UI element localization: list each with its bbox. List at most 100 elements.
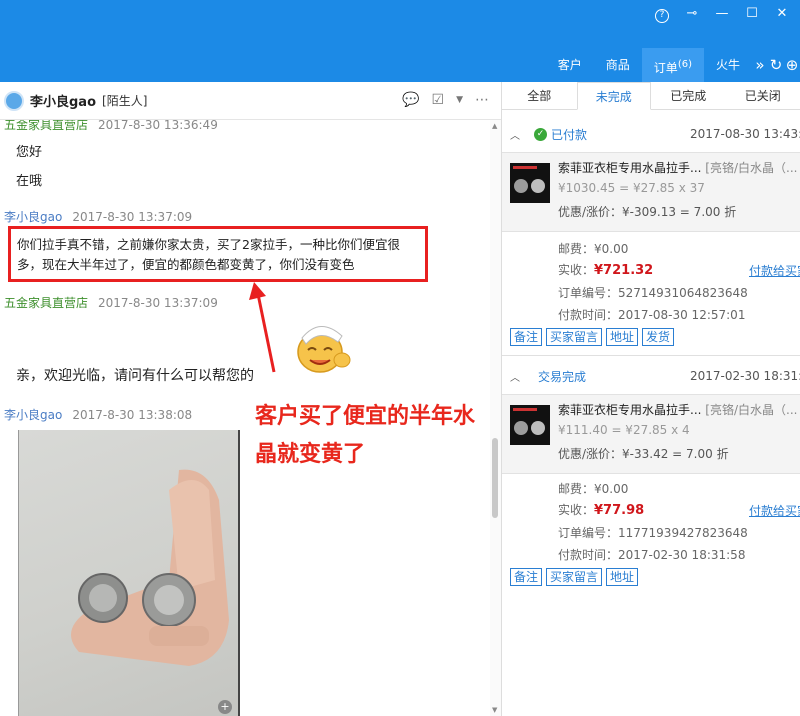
order-header[interactable]: ︿ ✓ 已付款 2017-08-30 13:43:1: [502, 116, 800, 152]
check-circle-icon: ✓: [534, 127, 547, 141]
refresh-icon[interactable]: ↻: [768, 48, 784, 82]
zoom-in-icon[interactable]: +: [218, 700, 232, 714]
plus-circle-icon[interactable]: ⊕: [784, 48, 800, 82]
chat-messages: 五金家具直营店 2017-8-30 13:36:49 您好 在哦 李小良gao 20…: [0, 120, 490, 716]
message-time: 2017-8-30 13:37:09: [98, 296, 218, 310]
order-received: 实收：¥721.32: [558, 261, 653, 278]
order-number: 订单编号：11771939427823648: [558, 526, 748, 540]
buyer-message-button[interactable]: 买家留言: [546, 568, 603, 586]
chevron-up-icon[interactable]: ︿: [510, 127, 524, 142]
order-pay-time: 付款时间：2017-08-30 12:57:01: [558, 308, 746, 322]
received-label: 实收：: [558, 503, 595, 517]
tab-customer[interactable]: 客户: [546, 48, 594, 82]
product-discount: 优惠/涨价：¥-33.42 = 7.00 折: [558, 447, 729, 461]
help-icon[interactable]: ?: [648, 4, 676, 24]
scroll-up-icon[interactable]: ▲: [492, 122, 497, 130]
address-button[interactable]: 地址: [606, 568, 639, 586]
more-icon[interactable]: ⋯: [475, 92, 489, 108]
close-icon[interactable]: ✕: [768, 4, 796, 24]
order-shipping: 邮费：¥0.00: [558, 242, 629, 256]
tab-products[interactable]: 商品: [594, 48, 642, 82]
order-time: 2017-08-30 13:43:1: [690, 127, 800, 141]
order-status: 已付款: [551, 127, 588, 142]
minimize-icon[interactable]: —: [708, 4, 736, 24]
order-divider: [502, 355, 800, 356]
pay-buyer-link[interactable]: 付款给买家: [749, 262, 800, 279]
scroll-thumb[interactable]: [492, 438, 498, 518]
remark-button[interactable]: 备注: [510, 328, 543, 346]
order-card: ︿ ✓ 已付款 2017-08-30 13:43:1 索菲亚衣柜专用水晶拉手..…: [502, 116, 800, 346]
tab-huoniu[interactable]: 火牛: [704, 48, 752, 82]
chat-bubble-icon[interactable]: 💬: [402, 92, 419, 108]
message-sender: 李小良gao 2017-8-30 13:38:08: [4, 406, 192, 423]
message-time: 2017-8-30 13:38:08: [72, 408, 193, 422]
highlighted-message: 你们拉手真不错，之前嫌你家太贵，买了2家拉手，一种比你们便宜很多，现在大半年过了…: [8, 226, 428, 282]
remark-button[interactable]: 备注: [510, 568, 543, 586]
received-label: 实收：: [558, 263, 595, 277]
order-shipping: 邮费：¥0.00: [558, 482, 629, 496]
buyer-message-button[interactable]: 买家留言: [546, 328, 603, 346]
arrow-icon: [249, 282, 276, 373]
product-price: ¥1030.45 = ¥27.85 x 37: [558, 181, 705, 195]
chat-header: 李小良gao [陌生人] 💬 ☑ ▼ ⋯: [0, 82, 501, 120]
message-text: 在哦: [16, 174, 43, 189]
window-controls: ? ⊸ — ☐ ✕: [648, 4, 796, 24]
sender-name[interactable]: 五金家具直营店: [4, 120, 88, 132]
top-bar: ? ⊸ — ☐ ✕ 客户 商品 订单(6) 火牛 » ↻ ⊕: [0, 0, 800, 82]
avatar[interactable]: [4, 90, 24, 111]
order-tab-complete[interactable]: 已完成: [651, 82, 726, 109]
order-item[interactable]: 索菲亚衣柜专用水晶拉手... [亮铬/白水晶（... ¥111.40 = ¥27…: [502, 394, 800, 474]
scroll-down-icon[interactable]: ▼: [492, 706, 497, 714]
message-text: 您好: [16, 145, 43, 160]
product-thumbnail[interactable]: [510, 405, 550, 445]
sender-name[interactable]: 李小良gao: [4, 210, 62, 224]
chat-header-icons: 💬 ☑ ▼ ⋯: [402, 92, 489, 108]
order-actions: 备注 买家留言 地址: [510, 568, 639, 586]
product-sku: [亮铬/白水晶（...: [705, 403, 798, 417]
product-title[interactable]: 索菲亚衣柜专用水晶拉手... [亮铬/白水晶（...: [558, 401, 797, 418]
pay-buyer-link[interactable]: 付款给买家: [749, 502, 800, 519]
emoji-icon: [297, 326, 351, 373]
product-discount: 优惠/涨价：¥-309.13 = 7.00 折: [558, 205, 737, 219]
product-thumbnail[interactable]: [510, 163, 550, 203]
pin-icon[interactable]: ⊸: [678, 4, 706, 24]
chat-panel: 李小良gao [陌生人] 💬 ☑ ▼ ⋯ 五金家具直营店 2017-8-30 13…: [0, 82, 501, 716]
sender-name[interactable]: 五金家具直营店: [4, 296, 88, 310]
annotation-text: 客户买了便宜的半年水晶就变黄了: [255, 398, 485, 474]
order-pay-time: 付款时间：2017-02-30 18:31:58: [558, 548, 746, 562]
chevron-down-icon[interactable]: ▼: [456, 92, 463, 108]
order-card: ︿ 交易完成 2017-02-30 18:31:4 索菲亚衣柜专用水晶拉手...…: [502, 358, 800, 586]
tab-orders-count: (6): [677, 59, 692, 70]
message-sender: 李小良gao 2017-8-30 13:37:09: [4, 208, 192, 225]
annotation-text-content: 客户买了便宜的半年水晶就变黄了: [255, 404, 476, 467]
order-tabs: 全部 未完成 已完成 已关闭: [502, 82, 800, 110]
edit-icon[interactable]: ☑: [432, 92, 445, 108]
address-button[interactable]: 地址: [606, 328, 639, 346]
orders-panel: 全部 未完成 已完成 已关闭 ︿ ✓ 已付款 2017-08-30 13:43:…: [501, 82, 800, 716]
chat-image[interactable]: +: [18, 430, 240, 716]
order-tab-closed[interactable]: 已关闭: [726, 82, 800, 109]
order-item[interactable]: 索菲亚衣柜专用水晶拉手... [亮铬/白水晶（... ¥1030.45 = ¥2…: [502, 152, 800, 232]
double-chevron-right-icon[interactable]: »: [752, 48, 768, 82]
main-tabs: 客户 商品 订单(6) 火牛 » ↻ ⊕: [546, 48, 800, 82]
order-status: 交易完成: [538, 369, 587, 384]
order-tab-all[interactable]: 全部: [502, 82, 577, 109]
order-time: 2017-02-30 18:31:4: [690, 369, 800, 383]
message-time: 2017-8-30 13:37:09: [72, 210, 193, 224]
sender-name[interactable]: 李小良gao: [4, 408, 62, 422]
crystal-knobs-image: [71, 469, 229, 666]
order-received: 实收：¥77.98: [558, 501, 644, 518]
order-number: 订单编号：52714931064823648: [558, 286, 748, 300]
product-price: ¥111.40 = ¥27.85 x 4: [558, 423, 690, 437]
chat-scrollbar[interactable]: ▲ ▼: [490, 120, 501, 716]
maximize-icon[interactable]: ☐: [738, 4, 766, 24]
tab-orders[interactable]: 订单(6): [641, 48, 704, 82]
message-sender: 五金家具直营店 2017-8-30 13:37:09: [4, 294, 218, 311]
contact-tag: [陌生人]: [102, 94, 148, 108]
order-tab-incomplete[interactable]: 未完成: [576, 82, 652, 110]
ship-button[interactable]: 发货: [642, 328, 675, 346]
chevron-up-icon[interactable]: ︿: [510, 369, 524, 384]
tab-orders-label: 订单: [653, 61, 678, 75]
product-title[interactable]: 索菲亚衣柜专用水晶拉手... [亮铬/白水晶（...: [558, 159, 797, 176]
order-header[interactable]: ︿ 交易完成 2017-02-30 18:31:4: [502, 358, 800, 394]
